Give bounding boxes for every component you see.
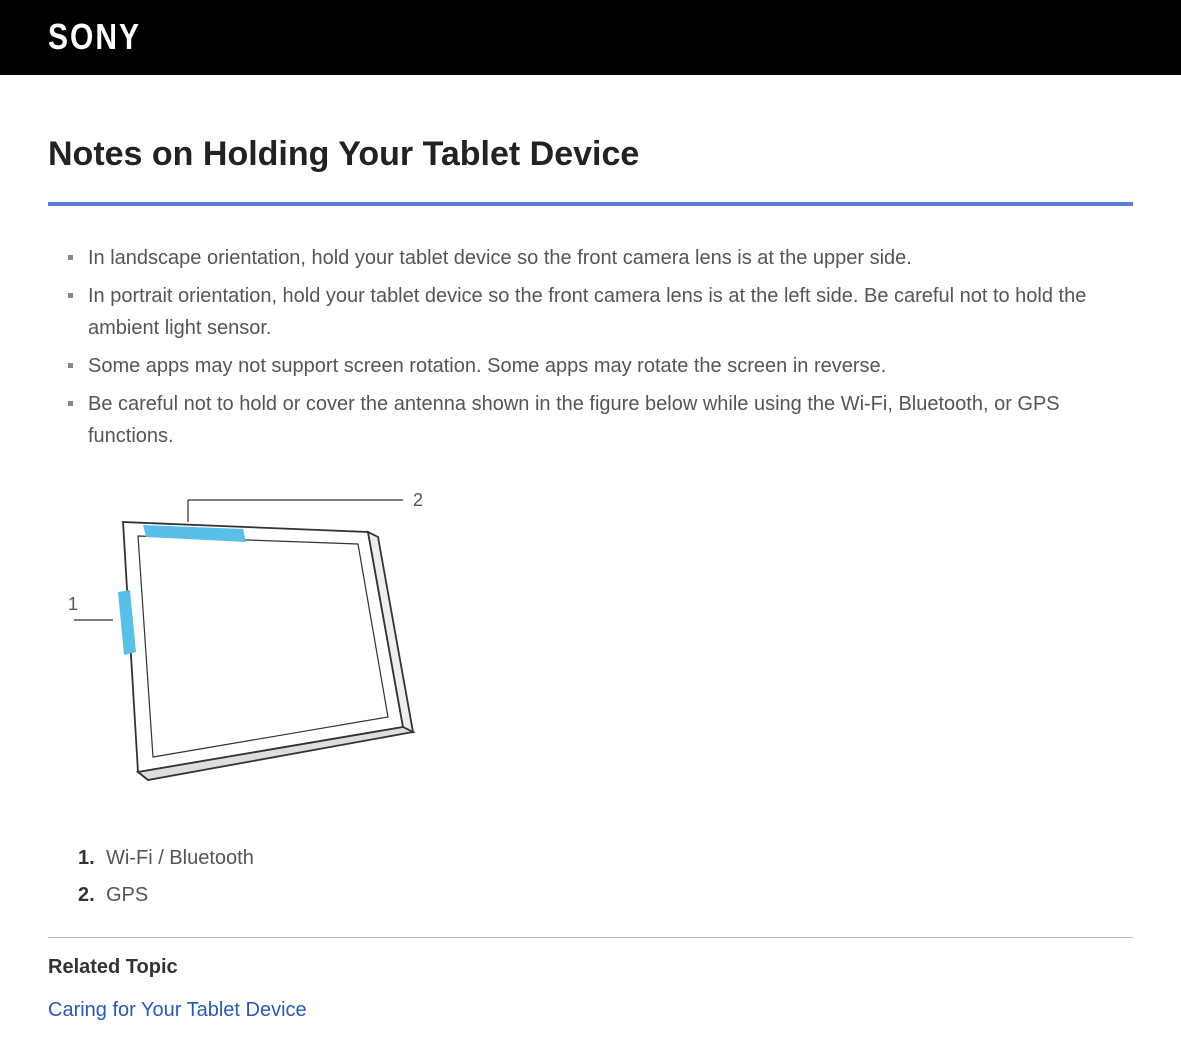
tablet-figure: 2 1 [68, 482, 1133, 807]
tablet-illustration-icon: 2 1 [68, 482, 438, 802]
legend-item: Wi-Fi / Bluetooth [78, 847, 1133, 870]
sony-logo: SONY [48, 17, 141, 58]
section-divider [48, 937, 1133, 938]
note-item: Some apps may not support screen rotatio… [68, 350, 1133, 382]
note-item: In portrait orientation, hold your table… [68, 280, 1133, 344]
figure-callout-2: 2 [413, 490, 423, 510]
notes-list: In landscape orientation, hold your tabl… [48, 242, 1133, 452]
page-title: Notes on Holding Your Tablet Device [48, 135, 1133, 174]
site-header: SONY [0, 0, 1181, 75]
main-content: Notes on Holding Your Tablet Device In l… [0, 75, 1181, 1042]
figure-legend: Wi-Fi / Bluetooth GPS [48, 847, 1133, 907]
related-topic-link[interactable]: Caring for Your Tablet Device [48, 999, 307, 1021]
legend-item: GPS [78, 884, 1133, 907]
title-divider [48, 202, 1133, 206]
related-topic-heading: Related Topic [48, 956, 1133, 979]
figure-callout-1: 1 [68, 594, 78, 614]
note-item: In landscape orientation, hold your tabl… [68, 242, 1133, 274]
note-item: Be careful not to hold or cover the ante… [68, 388, 1133, 452]
